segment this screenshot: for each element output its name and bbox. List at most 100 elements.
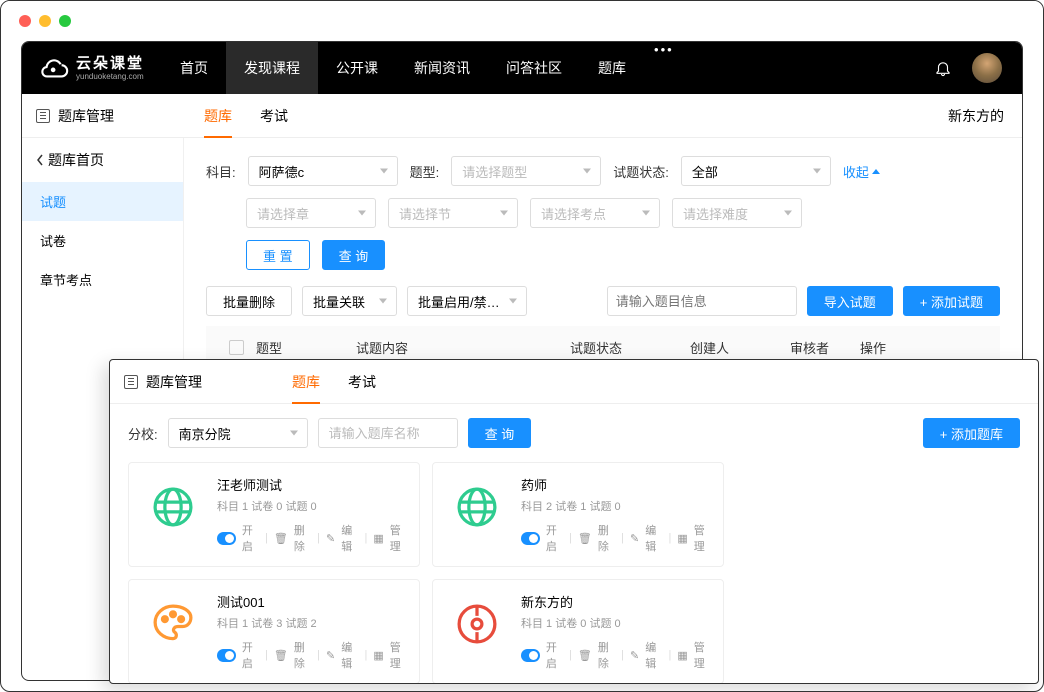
sidebar-item-chapters[interactable]: 章节考点	[22, 260, 183, 299]
collapse-link[interactable]: 收起	[843, 162, 880, 181]
th-content: 试题内容	[356, 338, 570, 357]
bell-icon[interactable]	[934, 59, 952, 77]
bank-icon	[141, 475, 205, 539]
tab-bank[interactable]: 题库	[204, 94, 232, 138]
batch-delete-button[interactable]: 批量删除	[206, 286, 292, 316]
chapter-select[interactable]: 请选择章	[246, 198, 376, 228]
minimize-icon[interactable]	[39, 15, 51, 27]
card-edit[interactable]: 编辑	[341, 522, 358, 554]
overlay-title: 题库管理	[146, 372, 202, 392]
batch-enable-select[interactable]: 批量启用/禁…	[407, 286, 527, 316]
bank-card[interactable]: 新东方的 科目 1 试卷 0 试题 0 开启 | 🗑 删除 | ✎ 编辑 | ▦…	[432, 579, 724, 684]
add-question-button[interactable]: + 添加试题	[903, 286, 1000, 316]
top-nav: 云朵课堂 yunduoketang.com 首页 发现课程 公开课 新闻资讯 问…	[22, 42, 1022, 94]
branch-select[interactable]: 南京分院	[168, 418, 308, 448]
close-icon[interactable]	[19, 15, 31, 27]
logo-subtext: yunduoketang.com	[76, 73, 144, 81]
card-delete[interactable]: 删除	[294, 639, 311, 671]
overlay-tab-exam[interactable]: 考试	[348, 360, 376, 404]
overlay-tab-bank[interactable]: 题库	[292, 360, 320, 404]
card-delete[interactable]: 删除	[294, 522, 311, 554]
toggle-open[interactable]	[521, 649, 540, 662]
card-manage[interactable]: 管理	[390, 522, 407, 554]
card-title: 汪老师测试	[217, 475, 407, 494]
add-bank-button[interactable]: + 添加题库	[923, 418, 1020, 448]
card-meta: 科目 1 试卷 0 试题 0	[217, 498, 407, 514]
tab-exam[interactable]: 考试	[260, 94, 288, 138]
trash-icon: 🗑	[578, 649, 592, 662]
edit-icon: ✎	[630, 649, 639, 662]
nav-discover[interactable]: 发现课程	[226, 42, 318, 94]
sidebar-item-papers[interactable]: 试卷	[22, 221, 183, 260]
chevron-left-icon	[36, 154, 44, 166]
edit-icon: ✎	[630, 532, 639, 545]
trash-icon: 🗑	[274, 532, 288, 545]
bank-card[interactable]: 测试001 科目 1 试卷 3 试题 2 开启 | 🗑 删除 | ✎ 编辑 | …	[128, 579, 420, 684]
point-select[interactable]: 请选择考点	[530, 198, 660, 228]
difficulty-select[interactable]: 请选择难度	[672, 198, 802, 228]
nav-qa[interactable]: 问答社区	[488, 42, 580, 94]
list-icon	[124, 375, 138, 389]
page-title: 题库管理	[58, 106, 114, 126]
bank-card[interactable]: 药师 科目 2 试卷 1 试题 0 开启 | 🗑 删除 | ✎ 编辑 | ▦ 管…	[432, 462, 724, 567]
card-edit[interactable]: 编辑	[645, 522, 662, 554]
reset-button[interactable]: 重 置	[246, 240, 310, 270]
card-edit[interactable]: 编辑	[341, 639, 358, 671]
subject-select[interactable]: 阿萨德c	[248, 156, 398, 186]
sidebar-item-questions[interactable]: 试题	[22, 182, 183, 221]
bank-icon	[445, 592, 509, 656]
trash-icon: 🗑	[274, 649, 288, 662]
batch-link-select[interactable]: 批量关联	[302, 286, 397, 316]
nav-more-icon[interactable]: •••	[644, 42, 684, 94]
grid-icon: ▦	[373, 649, 383, 662]
toggle-open[interactable]	[217, 649, 236, 662]
branch-label: 分校:	[128, 424, 158, 443]
toggle-open[interactable]	[521, 532, 540, 545]
logo-text: 云朵课堂	[76, 56, 144, 71]
edit-icon: ✎	[326, 532, 335, 545]
nav-news[interactable]: 新闻资讯	[396, 42, 488, 94]
section-select[interactable]: 请选择节	[388, 198, 518, 228]
logo[interactable]: 云朵课堂 yunduoketang.com	[22, 53, 162, 83]
school-name: 新东方的	[948, 106, 1004, 126]
card-title: 药师	[521, 475, 711, 494]
nav-public[interactable]: 公开课	[318, 42, 396, 94]
type-label: 题型:	[410, 162, 440, 181]
cloud-icon	[40, 53, 70, 83]
avatar[interactable]	[972, 53, 1002, 83]
bank-card[interactable]: 汪老师测试 科目 1 试卷 0 试题 0 开启 | 🗑 删除 | ✎ 编辑 | …	[128, 462, 420, 567]
card-meta: 科目 1 试卷 3 试题 2	[217, 615, 407, 631]
sidebar-back[interactable]: 题库首页	[22, 138, 183, 182]
status-label: 试题状态:	[613, 162, 669, 181]
list-icon	[36, 109, 50, 123]
card-manage[interactable]: 管理	[694, 639, 711, 671]
search-button[interactable]: 查 询	[322, 240, 386, 270]
th-status: 试题状态	[570, 338, 690, 357]
checkbox-all[interactable]	[229, 340, 244, 355]
maximize-icon[interactable]	[59, 15, 71, 27]
card-delete[interactable]: 删除	[598, 639, 615, 671]
bank-icon	[445, 475, 509, 539]
card-delete[interactable]: 删除	[598, 522, 615, 554]
nav-bank[interactable]: 题库	[580, 42, 644, 94]
type-select[interactable]: 请选择题型	[451, 156, 601, 186]
card-meta: 科目 1 试卷 0 试题 0	[521, 615, 711, 631]
trash-icon: 🗑	[578, 532, 592, 545]
import-button[interactable]: 导入试题	[807, 286, 893, 316]
search-input[interactable]	[607, 286, 797, 316]
th-reviewer: 审核者	[790, 338, 860, 357]
card-manage[interactable]: 管理	[694, 522, 711, 554]
nav-home[interactable]: 首页	[162, 42, 226, 94]
overlay-search-button[interactable]: 查 询	[468, 418, 532, 448]
toggle-open[interactable]	[217, 532, 236, 545]
sub-header: 题库管理 题库 考试 新东方的	[22, 94, 1022, 138]
nav-items: 首页 发现课程 公开课 新闻资讯 问答社区 题库 •••	[162, 42, 684, 94]
grid-icon: ▦	[677, 532, 687, 545]
status-select[interactable]: 全部	[681, 156, 831, 186]
th-type: 题型	[256, 338, 356, 357]
grid-icon: ▦	[373, 532, 383, 545]
card-edit[interactable]: 编辑	[645, 639, 662, 671]
edit-icon: ✎	[326, 649, 335, 662]
card-manage[interactable]: 管理	[390, 639, 407, 671]
bank-name-input[interactable]	[318, 418, 458, 448]
